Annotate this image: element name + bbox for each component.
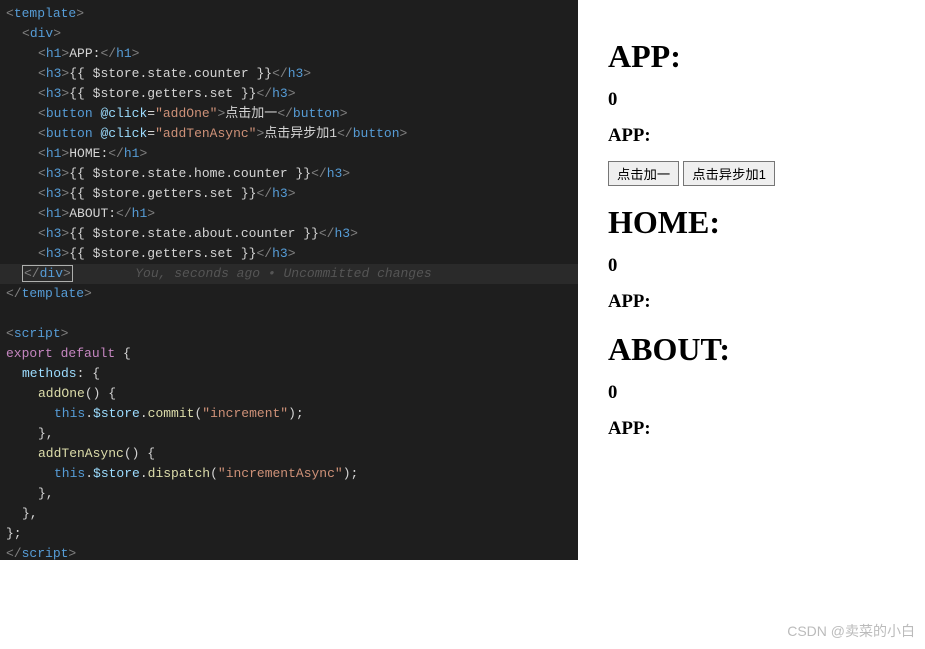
code-line: <button @click="addOne">点击加一</button> xyxy=(0,104,578,124)
code-line: </template> xyxy=(0,284,578,304)
about-set-value: APP: xyxy=(608,418,895,440)
home-counter-value: 0 xyxy=(608,255,895,277)
code-line: }, xyxy=(0,504,578,524)
code-line: <h3>{{ $store.getters.set }}</h3> xyxy=(0,244,578,264)
app-counter-value: 0 xyxy=(608,89,895,111)
code-line: <script> xyxy=(0,324,578,344)
code-line: <h3>{{ $store.getters.set }}</h3> xyxy=(0,84,578,104)
button-row: 点击加一点击异步加1 xyxy=(608,161,895,186)
home-set-value: APP: xyxy=(608,291,895,313)
about-counter-value: 0 xyxy=(608,382,895,404)
code-line: <div> xyxy=(0,24,578,44)
code-line: addTenAsync() { xyxy=(0,444,578,464)
watermark: CSDN @卖菜的小白 xyxy=(787,621,915,641)
code-line: </script> xyxy=(0,544,578,560)
code-line: <h1>HOME:</h1> xyxy=(0,144,578,164)
code-line: <h3>{{ $store.state.home.counter }}</h3> xyxy=(0,164,578,184)
add-one-button[interactable]: 点击加一 xyxy=(608,161,679,186)
code-line xyxy=(0,304,578,324)
about-heading: ABOUT: xyxy=(608,331,895,368)
code-line: }; xyxy=(0,524,578,544)
code-line: <button @click="addTenAsync">点击异步加1</but… xyxy=(0,124,578,144)
code-line: }, xyxy=(0,484,578,504)
code-line: <h3>{{ $store.getters.set }}</h3> xyxy=(0,184,578,204)
code-line: export default { xyxy=(0,344,578,364)
code-line: <h1>ABOUT:</h1> xyxy=(0,204,578,224)
code-line: <h3>{{ $store.state.about.counter }}</h3… xyxy=(0,224,578,244)
code-line: this.$store.dispatch("incrementAsync"); xyxy=(0,464,578,484)
gitlens-annotation: You, seconds ago • Uncommitted changes xyxy=(135,266,431,281)
code-editor[interactable]: <template> <div> <h1>APP:</h1> <h3>{{ $s… xyxy=(0,0,578,560)
code-line: this.$store.commit("increment"); xyxy=(0,404,578,424)
home-heading: HOME: xyxy=(608,204,895,241)
code-line: addOne() { xyxy=(0,384,578,404)
code-line: methods: { xyxy=(0,364,578,384)
code-line: <template> xyxy=(0,4,578,24)
app-set-value: APP: xyxy=(608,125,895,147)
app-heading: APP: xyxy=(608,38,895,75)
code-line: }, xyxy=(0,424,578,444)
add-ten-async-button[interactable]: 点击异步加1 xyxy=(683,161,775,186)
preview-pane: APP: 0 APP: 点击加一点击异步加1 HOME: 0 APP: ABOU… xyxy=(578,0,925,649)
code-line-active: </div> You, seconds ago • Uncommitted ch… xyxy=(0,264,578,284)
code-line: <h3>{{ $store.state.counter }}</h3> xyxy=(0,64,578,84)
code-line: <h1>APP:</h1> xyxy=(0,44,578,64)
